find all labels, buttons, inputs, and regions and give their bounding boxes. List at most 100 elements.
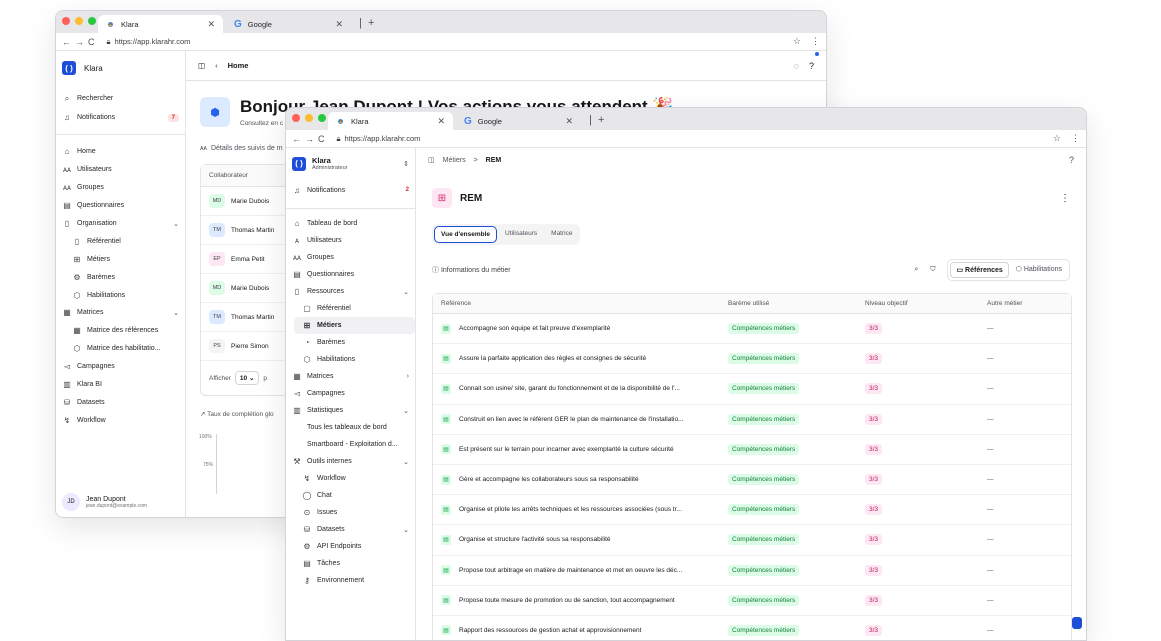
close-tab-icon[interactable]: ✕ [207, 19, 215, 30]
sidebar-item-megaphone-12[interactable]: ◅ Campagnes [56, 358, 185, 376]
chevron-icon[interactable]: ⌄ [403, 288, 409, 296]
col-level[interactable]: Niveau objectif [865, 300, 987, 307]
sidebar-item-clipboard-20[interactable]: ▤ Tâches [286, 555, 415, 572]
sidebar-item-shield-8[interactable]: ⬡ Habilitations [56, 286, 185, 304]
table-row[interactable]: PS Pierre Simon [201, 332, 290, 361]
nav-arrows-icon[interactable]: ←→C [62, 37, 99, 47]
sidebar-item-book-5[interactable]: ▯ Référentiel [56, 232, 185, 250]
close-dot[interactable] [292, 114, 300, 122]
table-row[interactable]: ▤ Construit en lien avec le référent GER … [433, 405, 1071, 435]
maximize-dot[interactable] [318, 114, 326, 122]
new-tab-icon[interactable]: | + [359, 17, 374, 29]
sidebar-item-chat-16[interactable]: ◯ Chat [286, 487, 415, 504]
chevron-icon[interactable]: ⌄ [403, 407, 409, 415]
chevron-icon[interactable]: ⌄ [403, 458, 409, 466]
browser-tab-klara[interactable]: Klara ✕ [328, 112, 453, 130]
table-row[interactable]: ▤ Organise et structure l'activité sous s… [433, 525, 1071, 556]
close-tab-icon[interactable]: ✕ [437, 116, 445, 127]
sidebar-item-book-4[interactable]: ▯ Organisation ⌄ [56, 215, 185, 233]
sidebar-item-group-2[interactable]: ᴀᴀ Groupes [56, 179, 185, 197]
sidebar-item-book-4[interactable]: ▯ Ressources ⌄ [286, 283, 415, 300]
window-controls[interactable] [62, 17, 96, 25]
sidebar-item-workflow-15[interactable]: ↯ Workflow [286, 470, 415, 487]
app-header[interactable]: ( ) Klara [56, 51, 185, 89]
chevron-icon[interactable]: ⌄ [173, 220, 179, 228]
sidebar-item-shield-11[interactable]: ⬡ Matrice des habilitatio... [56, 340, 185, 358]
tab-users[interactable]: Utilisateurs [499, 226, 543, 243]
table-row[interactable]: TM Thomas Martin [201, 303, 290, 332]
table-row[interactable]: MD Marie Dubois [201, 274, 290, 303]
table-row[interactable]: ▤ Est présent sur le terrain pour incarne… [433, 435, 1071, 465]
back-chevron-icon[interactable]: ‹ [215, 61, 218, 70]
minimize-dot[interactable] [75, 17, 83, 25]
star-icon[interactable]: ☆ [793, 36, 801, 47]
sidebar-item--13[interactable]: Smartboard - Exploitation d... [286, 436, 415, 453]
sidebar-item-group-2[interactable]: ᴀᴀ Groupes [286, 249, 415, 266]
sidebar-item-chart-11[interactable]: ▥ Statistiques ⌄ [286, 402, 415, 419]
sidebar-item-clipboard-3[interactable]: ▤ Questionnaires [286, 266, 415, 283]
sidebar-item-wrench-14[interactable]: ⚒ Outils internes ⌄ [286, 453, 415, 470]
search-icon[interactable]: ⌕ [914, 266, 918, 274]
table-row[interactable]: ▤ Gère et accompagne les collaborateurs s… [433, 465, 1071, 496]
sidebar-item-search-0[interactable]: ⌕ Rechercher [56, 89, 185, 108]
sidebar-item-gear-7[interactable]: ⚙ Barèmes [56, 268, 185, 286]
chevron-icon[interactable]: › [407, 373, 409, 380]
sidebar-toggle-icon[interactable]: ◫ [198, 61, 205, 70]
table-row[interactable]: ▤ Assure la parfaite application des règl… [433, 344, 1071, 375]
menu-icon[interactable]: ⋮ [1071, 133, 1080, 144]
sidebar-item-briefcase-6[interactable]: ⊞ Métiers [56, 250, 185, 268]
table-row[interactable]: EP Emma Petit [201, 245, 290, 274]
sidebar-item--12[interactable]: Tous les tableaux de bord [286, 419, 415, 436]
tab-overview[interactable]: Vue d'ensemble [434, 226, 497, 243]
sidebar-item-database-14[interactable]: ⛁ Datasets [56, 393, 185, 411]
sidebar-item-gauge-7[interactable]: ◔ Barèmes [286, 334, 415, 351]
table-row[interactable]: ▤ Propose tout arbitrage en matière de ma… [433, 556, 1071, 586]
sidebar-item-grid-10[interactable]: ▦ Matrice des références [56, 322, 185, 340]
sidebar-item-shield-8[interactable]: ⬡ Habilitations [286, 351, 415, 368]
close-dot[interactable] [62, 17, 70, 25]
star-icon[interactable]: ☆ [1053, 133, 1061, 144]
minimize-dot[interactable] [305, 114, 313, 122]
sidebar-item-issue-17[interactable]: ⊙ Issues [286, 504, 415, 521]
filter-icon[interactable]: ⛉ [930, 266, 935, 274]
browser-tab-klara[interactable]: Klara ✕ [98, 15, 223, 33]
sidebar-item-workflow-15[interactable]: ↯ Workflow [56, 411, 185, 429]
sidebar-item-gear-19[interactable]: ⚙ API Endpoints [286, 538, 415, 555]
user-card[interactable]: JD Jean Dupont jean.dupont@example.com [62, 493, 179, 511]
sidebar-item-grid-9[interactable]: ▦ Matrices ⌄ [56, 304, 185, 322]
browser-tab-google[interactable]: G Google ✕ [456, 112, 581, 130]
floating-chat-button[interactable] [1072, 617, 1082, 629]
more-icon[interactable]: ⋮ [1060, 193, 1070, 204]
help-icon[interactable]: ? [809, 61, 814, 71]
window-controls[interactable] [292, 114, 326, 122]
menu-icon[interactable]: ⋮ [811, 36, 820, 47]
close-tab-icon[interactable]: ✕ [565, 116, 573, 127]
sidebar-item-notifications[interactable]: ♫ Notifications 2 [286, 181, 415, 199]
col-bareme[interactable]: Barème utilisé [728, 300, 865, 307]
url-field[interactable]: 🔒︎ https://app.klarahr.com [337, 134, 421, 144]
tab-matrix[interactable]: Matrice [545, 226, 578, 243]
maximize-dot[interactable] [88, 17, 96, 25]
sidebar-item-briefcase-6[interactable]: ⊞ Métiers [294, 317, 415, 334]
nav-arrows-icon[interactable]: ←→C [292, 134, 329, 144]
table-row[interactable]: TM Thomas Martin [201, 216, 290, 245]
chevron-icon[interactable]: ⌄ [173, 309, 179, 317]
help-icon[interactable]: ? [1069, 155, 1074, 165]
org-switcher[interactable]: ( ) Klara Administrateur ⇕ [286, 148, 415, 181]
table-row[interactable]: ▤ Accompagne son équipe et fait preuve d'… [433, 314, 1071, 345]
new-tab-icon[interactable]: | + [589, 114, 604, 126]
breadcrumb-parent[interactable]: Métiers [443, 157, 466, 164]
sidebar-item-clipboard-3[interactable]: ▤ Questionnaires [56, 197, 185, 215]
sidebar-item-key-21[interactable]: ⚷ Environnement [286, 572, 415, 589]
sidebar-item-megaphone-10[interactable]: ◅ Campagnes [286, 385, 415, 402]
table-row[interactable]: MD Marie Dubois [201, 187, 290, 216]
url-field[interactable]: 🔒︎ https://app.klarahr.com [107, 37, 191, 47]
sidebar-item-chart-13[interactable]: ▥ Klara BI [56, 376, 185, 394]
sidebar-item-user-1[interactable]: ᴀ Utilisateurs [286, 232, 415, 249]
sidebar-item-home-0[interactable]: ⌂ Tableau de bord [286, 215, 415, 232]
browser-tab-google[interactable]: G Google ✕ [226, 15, 351, 33]
sidebar-toggle-icon[interactable]: ◫ [428, 156, 435, 164]
col-other-job[interactable]: Autre métier [987, 300, 1022, 307]
palette-icon[interactable]: ◌ [794, 61, 799, 71]
sidebar-item-bell-1[interactable]: ♫ Notifications 7 [56, 108, 185, 127]
